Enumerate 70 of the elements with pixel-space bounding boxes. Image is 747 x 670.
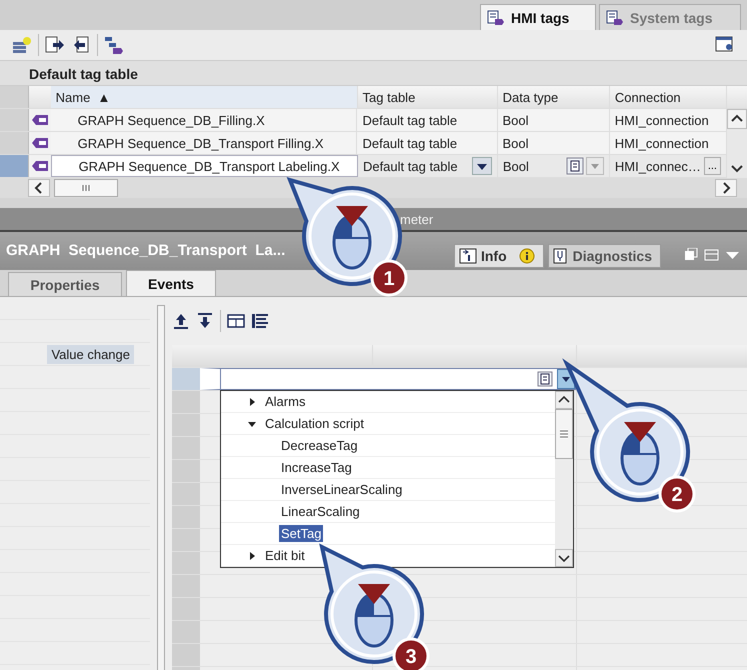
table-cell: HMI_connection	[614, 136, 709, 150]
dropdown-button[interactable]	[472, 157, 492, 175]
scrollbar[interactable]	[555, 391, 573, 567]
scroll-up-button[interactable]	[727, 109, 747, 129]
probe-icon	[552, 248, 569, 264]
table-cell: Default tag table	[362, 112, 458, 128]
scrollbar[interactable]	[0, 178, 747, 198]
list-item[interactable]: IncreaseTag	[279, 459, 354, 476]
scroll-down-button[interactable]	[555, 549, 573, 567]
tag-list-icon	[487, 10, 505, 26]
export-icon[interactable]	[45, 36, 65, 54]
move-down-icon[interactable]	[196, 312, 214, 330]
list-icon[interactable]	[537, 371, 553, 387]
browse-button[interactable]: ...	[704, 157, 721, 175]
tag-tree-icon[interactable]	[104, 36, 124, 54]
list-item[interactable]: Calculation script	[263, 415, 366, 432]
step-badge: 3	[392, 638, 430, 670]
scroll-thumb[interactable]	[54, 179, 118, 197]
table-cell: HMI_connection	[614, 112, 709, 128]
table-cell: Bool	[502, 112, 529, 128]
tab[interactable]: Diagnostics	[548, 244, 661, 268]
list-item[interactable]: DecreaseTag	[279, 437, 360, 454]
column-header[interactable]: Name ▲	[50, 86, 358, 108]
panel-title: GRAPH Sequence_DB_Transport La...	[6, 242, 286, 258]
tag-icon	[30, 160, 49, 172]
table-title: Default tag table	[0, 61, 747, 85]
info-icon	[518, 248, 535, 264]
tag-name: GRAPH Sequence_DB_Filling.X	[76, 112, 265, 128]
table-cell: Bool	[502, 136, 529, 150]
function-field[interactable]	[200, 368, 576, 390]
list-icon[interactable]	[566, 157, 584, 175]
table-cell: Default tag table	[362, 158, 458, 174]
tab[interactable]: Events	[126, 270, 216, 296]
event-item[interactable]: Value change	[47, 344, 134, 364]
scrollbar[interactable]	[727, 109, 747, 178]
corner-cell[interactable]	[0, 86, 29, 108]
folder-icon[interactable]	[227, 312, 245, 330]
list-item[interactable]: LinearScaling	[279, 503, 362, 520]
name-field[interactable]: GRAPH Sequence_DB_Transport Labeling.X	[50, 155, 358, 177]
add-list-icon[interactable]	[12, 36, 32, 54]
column-header[interactable]: Tag table	[358, 86, 498, 108]
tab[interactable]: HMI tags	[480, 4, 596, 30]
tab[interactable]: Info	[454, 244, 544, 268]
tag-list-icon	[606, 10, 624, 26]
column-header[interactable]: Data type	[498, 86, 610, 108]
tag-name: GRAPH Sequence_DB_Transport Filling.X	[76, 136, 324, 150]
list-item[interactable]: InverseLinearScaling	[279, 481, 404, 498]
list-item[interactable]: SetTag	[279, 525, 324, 542]
window-user-icon[interactable]	[715, 36, 735, 54]
table-cell: HMI_connec…	[614, 158, 701, 174]
move-up-icon[interactable]	[172, 312, 190, 330]
list-item[interactable]: Edit bit	[263, 547, 307, 564]
splitter-handle[interactable]	[157, 305, 165, 670]
table-row[interactable]: GRAPH Sequence_DB_Transport Filling.X Default tag table Bool HMI_connection	[0, 132, 727, 155]
table-cell: Bool	[502, 158, 529, 174]
tag-icon	[30, 137, 49, 149]
collapsed-icon[interactable]	[247, 396, 257, 406]
list-icon[interactable]	[251, 312, 269, 330]
table-cell: Default tag table	[362, 136, 458, 150]
table-row[interactable]: GRAPH Sequence_DB_Filling.X Default tag table Bool HMI_connection	[0, 109, 727, 132]
tab[interactable]: Properties	[8, 272, 122, 296]
section-label: meter	[400, 212, 434, 226]
list-item[interactable]: Alarms	[263, 393, 308, 410]
column-header[interactable]: Connection	[610, 86, 728, 108]
collapsed-icon[interactable]	[247, 550, 257, 560]
table-row[interactable]: GRAPH Sequence_DB_Transport Labeling.X Default tag table Bool HMI_connec… ...	[0, 155, 727, 178]
scroll-right-button[interactable]	[715, 179, 737, 197]
scroll-left-button[interactable]	[28, 179, 50, 197]
window-controls-icon[interactable]	[683, 248, 741, 262]
tag-icon	[30, 114, 49, 126]
